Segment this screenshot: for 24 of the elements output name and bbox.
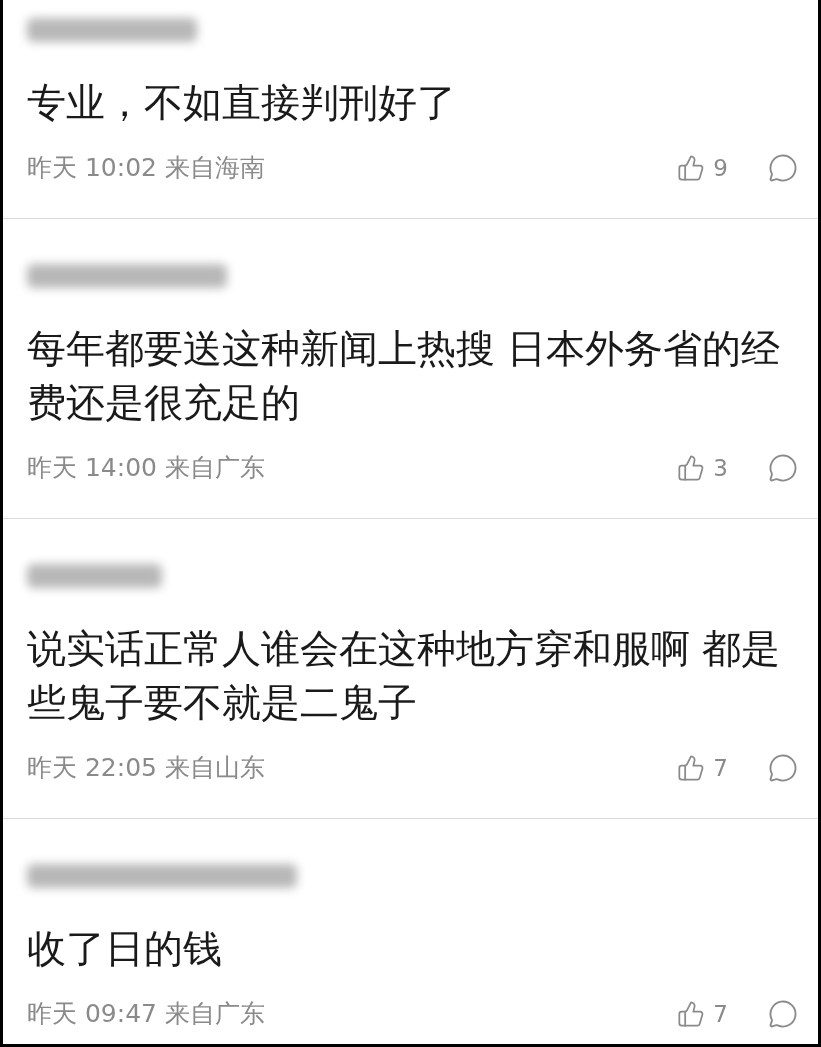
comment-icon bbox=[768, 999, 798, 1029]
like-button[interactable]: 7 bbox=[677, 996, 728, 1032]
reply-button[interactable] bbox=[768, 153, 798, 183]
comment-text: 专业，不如直接判刑好了 bbox=[27, 79, 457, 127]
thumbs-up-icon bbox=[677, 454, 706, 482]
comment-text: 每年都要送这种新闻上热搜 日本外务省的经费还是很充足的 bbox=[27, 325, 782, 427]
like-button[interactable]: 9 bbox=[677, 150, 728, 186]
like-button[interactable]: 3 bbox=[677, 450, 728, 486]
comment-icon bbox=[768, 153, 798, 183]
comment-icon bbox=[768, 453, 798, 483]
thumbs-up-icon bbox=[677, 754, 706, 782]
thumbs-up-icon bbox=[677, 1000, 706, 1028]
reply-button[interactable] bbox=[768, 999, 798, 1029]
comment-meta: 昨天 22:05 来自山东 bbox=[27, 752, 265, 785]
like-button[interactable]: 7 bbox=[677, 750, 728, 786]
thumbs-up-icon bbox=[677, 154, 706, 182]
reply-button[interactable] bbox=[768, 753, 798, 783]
comment-meta: 昨天 10:02 来自海南 bbox=[27, 152, 265, 185]
reply-button[interactable] bbox=[768, 453, 798, 483]
comment-text: 说实话正常人谁会在这种地方穿和服啊 都是些鬼子要不就是二鬼子 bbox=[27, 625, 782, 727]
comment-text: 收了日的钱 bbox=[27, 925, 223, 973]
comment-meta: 昨天 14:00 来自广东 bbox=[27, 452, 265, 485]
comment-icon bbox=[768, 753, 798, 783]
comment-meta: 昨天 09:47 来自广东 bbox=[27, 998, 265, 1031]
